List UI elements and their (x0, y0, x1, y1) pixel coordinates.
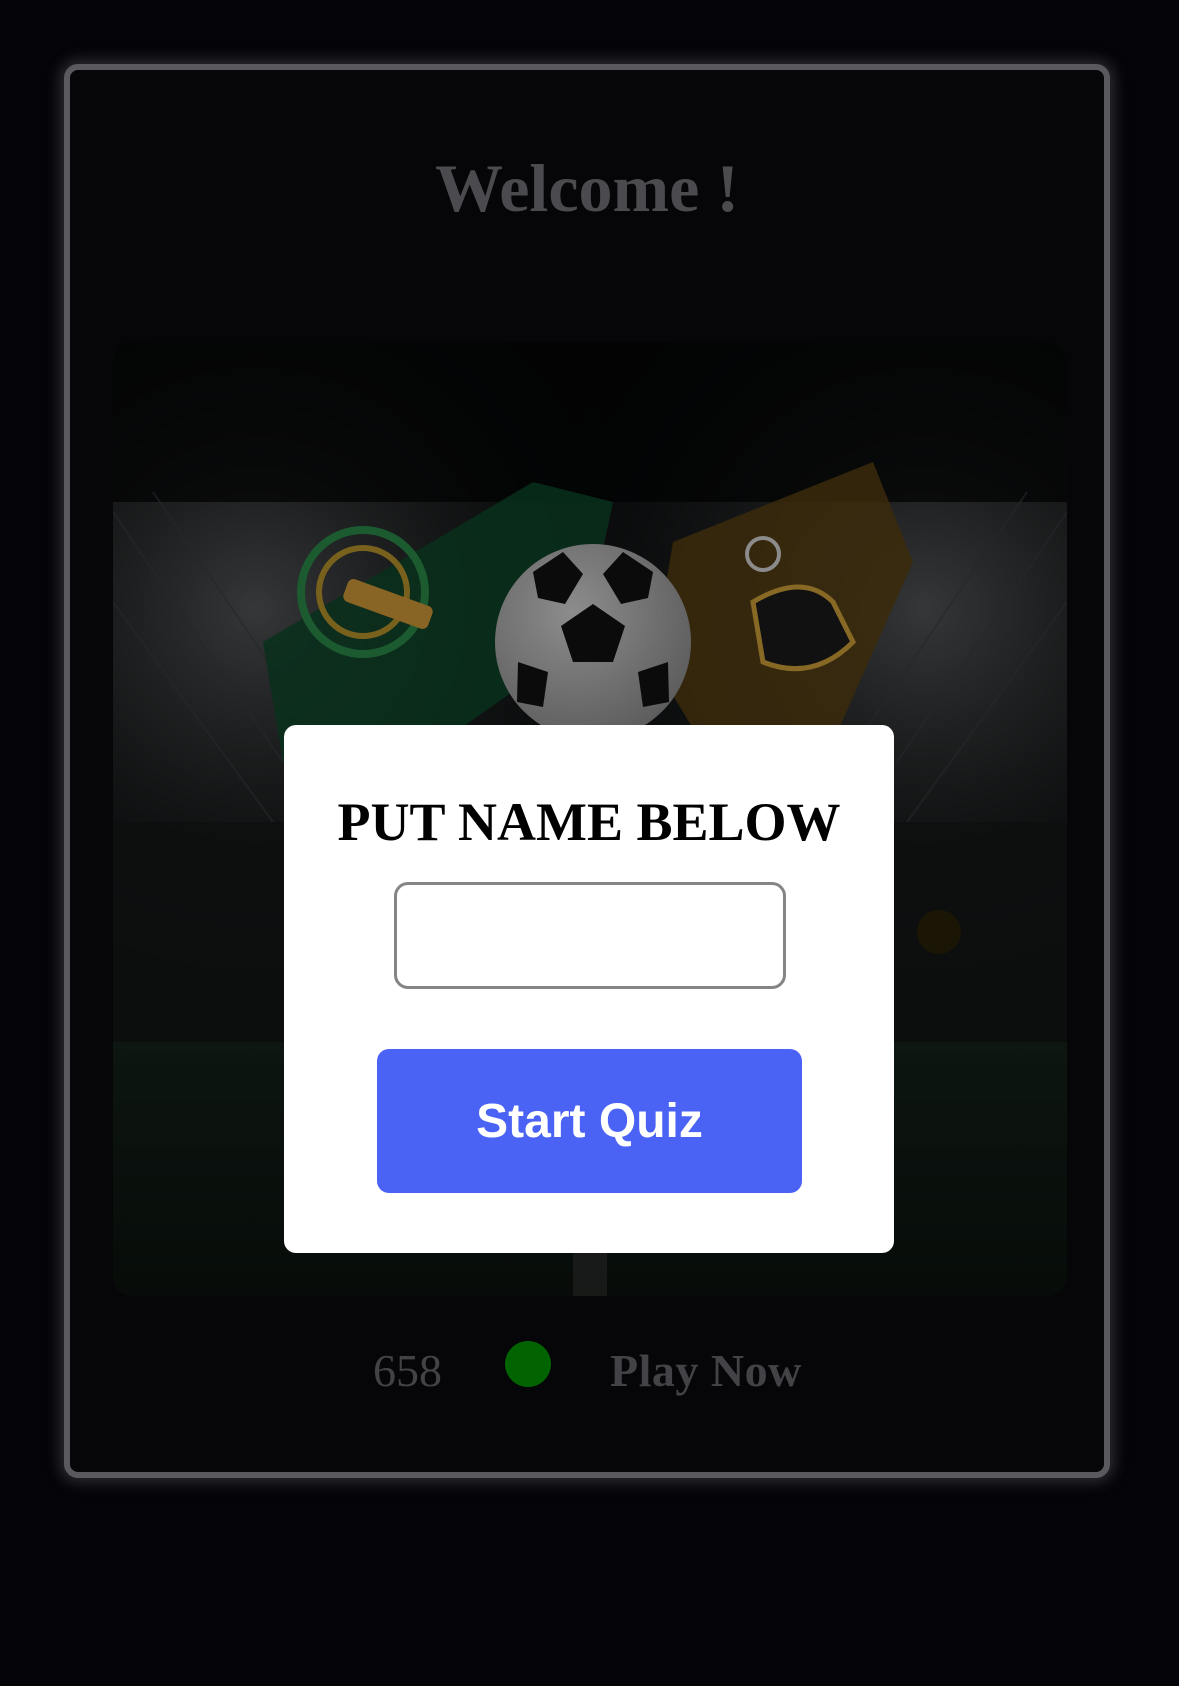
player-count: 658 (373, 1345, 442, 1396)
welcome-title: Welcome ! (435, 150, 739, 226)
footer-row: 658 Play Now (0, 1340, 1179, 1400)
modal-title: PUT NAME BELOW (337, 792, 841, 852)
name-input[interactable] (394, 882, 786, 989)
play-now-link[interactable]: Play Now (610, 1344, 802, 1397)
online-status-dot (505, 1341, 551, 1387)
start-quiz-button[interactable]: Start Quiz (377, 1049, 802, 1193)
name-modal: PUT NAME BELOW Start Quiz (284, 725, 894, 1253)
